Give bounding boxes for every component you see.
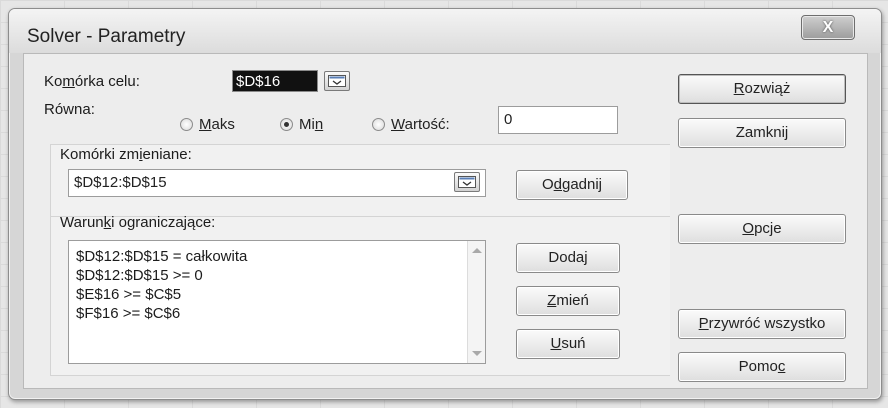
title-bar: Solver - Parametry X <box>9 9 881 53</box>
change-constraint-button[interactable]: Zmień <box>516 286 620 316</box>
radio-max[interactable]: Maks <box>180 116 235 133</box>
constraints-label: Warunki ograniczające: <box>60 214 216 231</box>
changing-cells-label: Komórki zmieniane: <box>60 146 192 163</box>
target-cell-label: Komórka celu: <box>44 73 140 90</box>
guess-button[interactable]: Odgadnij <box>516 170 628 200</box>
list-item[interactable]: $D$12:$D$15 >= 0 <box>76 266 247 285</box>
scroll-up-icon[interactable] <box>472 248 482 253</box>
delete-constraint-button[interactable]: Usuń <box>516 329 620 359</box>
solver-dialog: Solver - Parametry X Komórka celu: $D$16… <box>8 8 882 400</box>
equal-to-label: Równa: <box>44 101 95 118</box>
changing-cells-collapse-button[interactable] <box>454 172 480 192</box>
radio-min-label: Min <box>299 116 324 133</box>
constraints-scrollbar[interactable] <box>467 241 485 363</box>
collapse-dialog-icon <box>328 75 346 87</box>
radio-min[interactable]: Min <box>280 116 323 133</box>
radio-value[interactable]: Wartość: <box>372 116 450 133</box>
radio-min-dot <box>280 118 293 131</box>
dialog-title: Solver - Parametry <box>27 26 186 47</box>
value-of-input[interactable]: 0 <box>498 106 618 134</box>
radio-value-label: Wartość: <box>391 116 450 133</box>
radio-max-dot <box>180 118 193 131</box>
scroll-down-icon[interactable] <box>472 351 482 356</box>
reset-all-button[interactable]: Przywróć wszystko <box>678 309 846 339</box>
close-icon: X <box>822 18 834 36</box>
solve-button[interactable]: Rozwiąż <box>678 74 846 104</box>
add-constraint-button[interactable]: Dodaj <box>516 243 620 273</box>
target-cell-collapse-button[interactable] <box>324 71 350 91</box>
list-item[interactable]: $F$16 >= $C$6 <box>76 304 247 323</box>
radio-value-dot <box>372 118 385 131</box>
options-button[interactable]: Opcje <box>678 214 846 244</box>
list-item[interactable]: $D$12:$D$15 = całkowita <box>76 247 247 266</box>
collapse-dialog-icon <box>458 176 476 188</box>
help-button[interactable]: Pomoc <box>678 352 846 382</box>
list-item[interactable]: $E$16 >= $C$5 <box>76 285 247 304</box>
close-window-button[interactable]: X <box>801 15 855 40</box>
changing-cells-input[interactable]: $D$12:$D$15 <box>68 169 486 197</box>
target-cell-input[interactable]: $D$16 <box>232 70 318 92</box>
dialog-client-area: Komórka celu: $D$16 Równa: Maks Min Wart… <box>23 53 868 389</box>
constraints-list[interactable]: $D$12:$D$15 = całkowita $D$12:$D$15 >= 0… <box>68 240 486 364</box>
radio-max-label: Maks <box>199 116 235 133</box>
close-button[interactable]: Zamknij <box>678 118 846 148</box>
